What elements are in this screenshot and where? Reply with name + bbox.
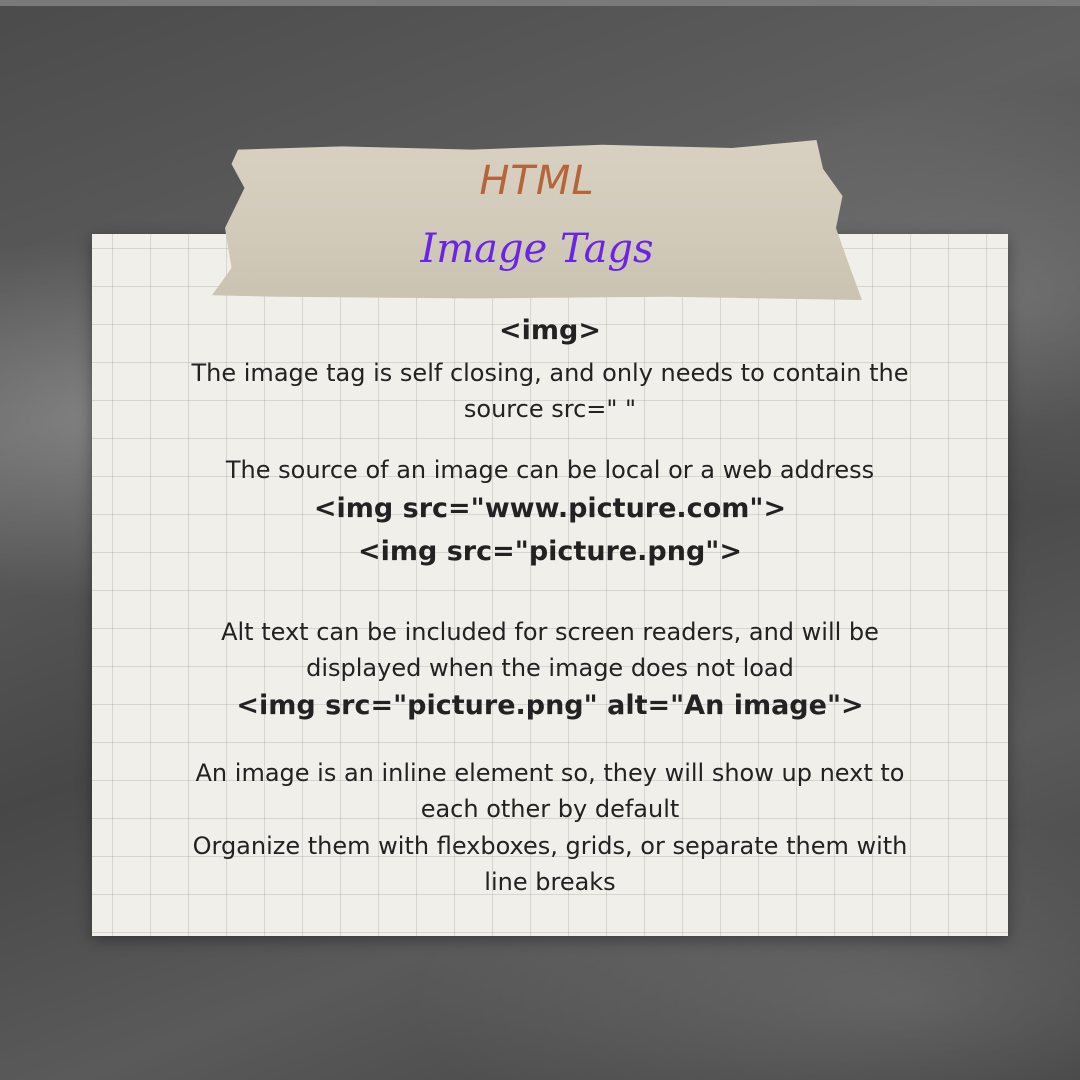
inline-description: An image is an inline element so, they w… — [195, 759, 905, 787]
code-example-web: <img src="www.picture.com"> — [313, 493, 787, 524]
top-strip — [0, 0, 1080, 6]
title-image-tags: Image Tags — [420, 226, 654, 272]
organize-description-cont: line breaks — [484, 868, 616, 896]
self-closing-text: The image tag is self closing, and only … — [191, 359, 909, 387]
code-example-alt: <img src="picture.png" alt="An image"> — [236, 690, 864, 721]
title-html: HTML — [479, 158, 595, 204]
inline-description-cont: each other by default — [420, 795, 680, 823]
self-closing-text-cont: source src=" " — [463, 395, 637, 423]
alt-text-description-cont: displayed when the image does not load — [306, 654, 794, 682]
code-example-local: <img src="picture.png"> — [358, 536, 742, 567]
alt-text-description: Alt text can be included for screen read… — [221, 618, 879, 646]
organize-description: Organize them with flexboxes, grids, or … — [192, 832, 908, 860]
source-description: The source of an image can be local or a… — [225, 456, 875, 484]
img-tag-heading: <img> — [499, 315, 601, 346]
